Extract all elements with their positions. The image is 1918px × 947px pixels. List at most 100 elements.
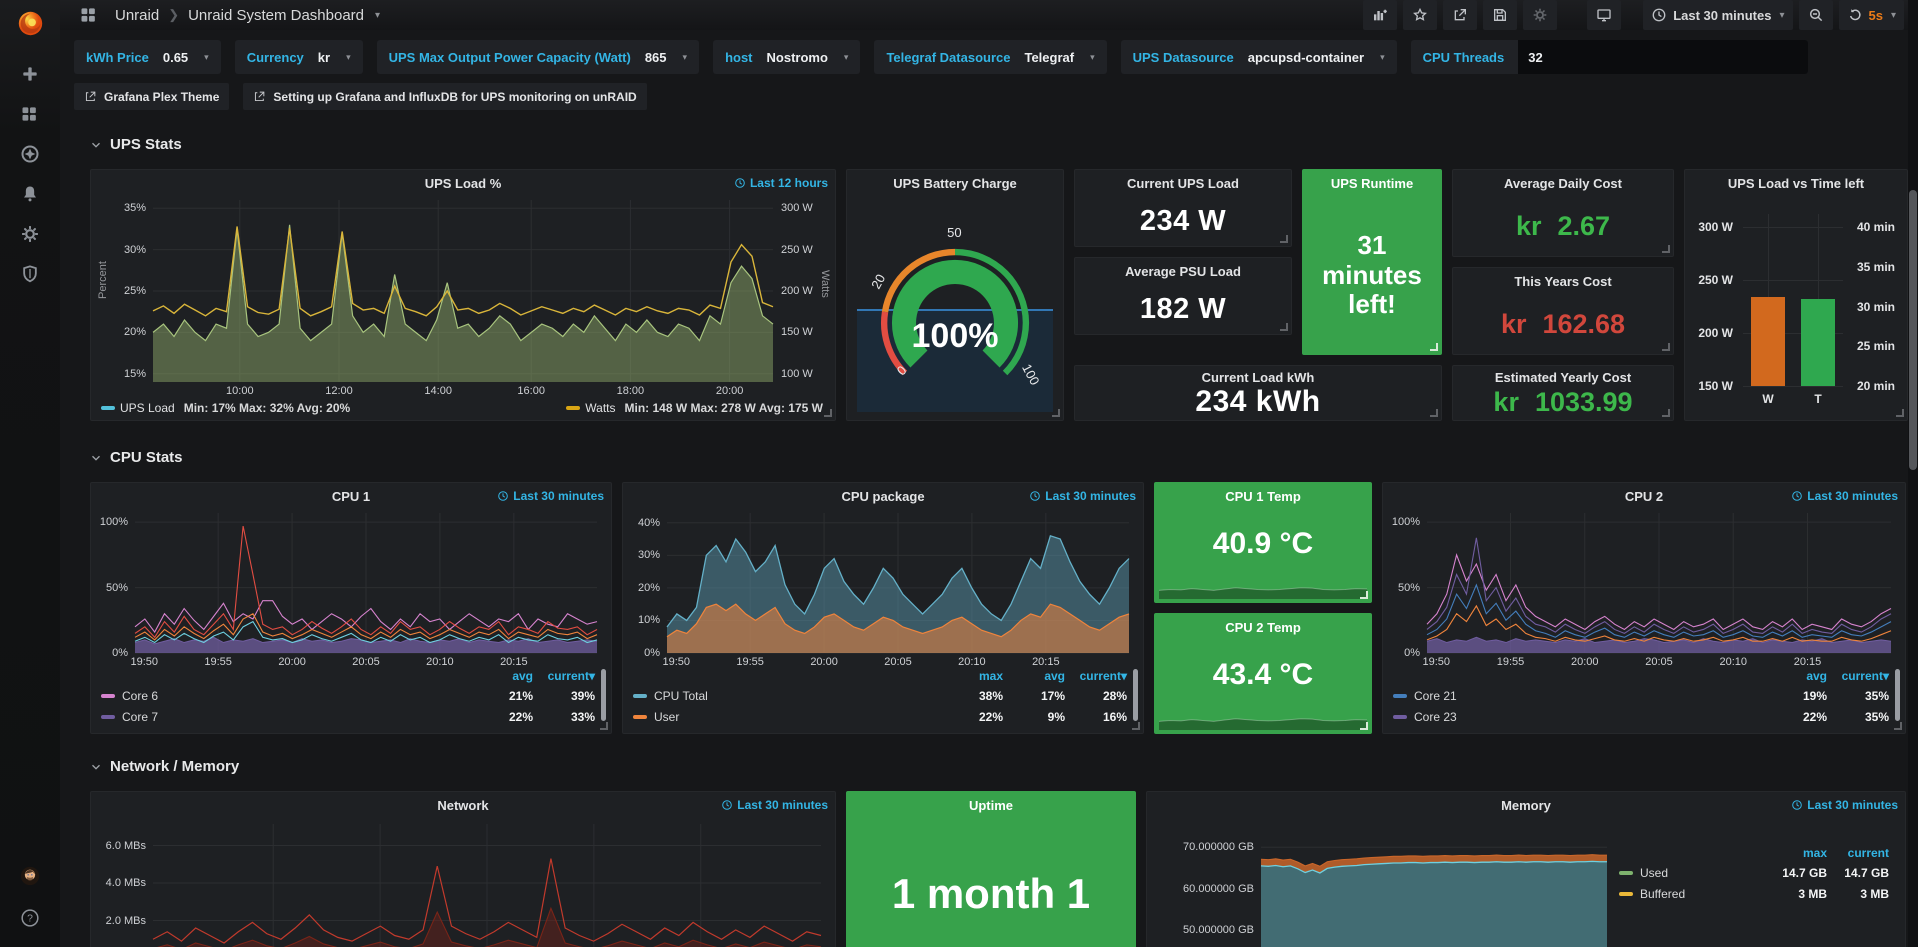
- variable-ups-max-output[interactable]: UPS Max Output Power Capacity (Watt) 865…: [377, 40, 699, 74]
- dashboard-settings-button[interactable]: [1523, 0, 1557, 30]
- add-panel-button[interactable]: [1363, 0, 1397, 30]
- explore-icon[interactable]: [13, 141, 47, 167]
- time-range-badge[interactable]: Last 30 minutes: [1029, 489, 1136, 503]
- time-range-badge[interactable]: Last 30 minutes: [497, 489, 604, 503]
- legend-sort-header[interactable]: avg: [471, 669, 533, 683]
- legend-sort-header[interactable]: current▾: [1065, 669, 1127, 683]
- variable-kwh-price[interactable]: kWh Price 0.65▾: [74, 40, 221, 74]
- panel-cpu2-temp: CPU 2 Temp 43.4 °C: [1154, 613, 1372, 734]
- legend-series-toggle[interactable]: Used: [1640, 866, 1765, 880]
- y-axis-tick: 20%: [124, 326, 146, 338]
- time-range-badge[interactable]: Last 30 minutes: [1791, 489, 1898, 503]
- breadcrumb-dashboard-title[interactable]: Unraid System Dashboard: [188, 7, 364, 24]
- x-axis-tick: 16:00: [517, 385, 545, 397]
- section-network-memory[interactable]: Network / Memory: [90, 758, 1888, 775]
- panel-title[interactable]: Current Load kWh: [1202, 370, 1315, 385]
- panel-title[interactable]: Average Daily Cost: [1504, 176, 1622, 191]
- legend-series-toggle[interactable]: Core 21: [1414, 689, 1765, 703]
- legend-sort-header[interactable]: max: [1765, 846, 1827, 860]
- y-axis-tick: 200 W: [781, 285, 813, 297]
- panel-title[interactable]: UPS Runtime: [1331, 176, 1413, 191]
- legend-sort-header[interactable]: current▾: [1827, 669, 1889, 683]
- user-avatar[interactable]: [13, 863, 47, 889]
- panel-title[interactable]: Network: [437, 798, 488, 813]
- star-dashboard-button[interactable]: [1403, 0, 1437, 30]
- link-ups-monitoring-guide[interactable]: Setting up Grafana and InfluxDB for UPS …: [243, 83, 646, 110]
- legend-sort-header[interactable]: max: [941, 669, 1003, 683]
- dashboard-grid-icon[interactable]: [72, 2, 106, 28]
- variable-currency[interactable]: Currency kr▾: [235, 40, 363, 74]
- panel-title[interactable]: Average PSU Load: [1125, 264, 1241, 279]
- dashboard-links-row: Grafana Plex Theme Setting up Grafana an…: [74, 83, 1904, 110]
- variable-host[interactable]: host Nostromo▾: [713, 40, 860, 74]
- variable-label: UPS Datasource: [1133, 50, 1234, 65]
- page-scrollbar[interactable]: [1908, 0, 1918, 947]
- save-dashboard-button[interactable]: [1483, 0, 1517, 30]
- time-range-text: Last 30 minutes: [1807, 489, 1898, 503]
- legend-sort-header[interactable]: avg: [1003, 669, 1065, 683]
- section-cpu-stats[interactable]: CPU Stats: [90, 449, 1888, 466]
- refresh-interval-label: 5s: [1869, 8, 1883, 23]
- panel-title[interactable]: UPS Battery Charge: [893, 176, 1017, 191]
- alerting-bell-icon[interactable]: [13, 181, 47, 207]
- panel-title[interactable]: Current UPS Load: [1127, 176, 1239, 191]
- time-range-badge[interactable]: Last 30 minutes: [1791, 798, 1898, 812]
- panel-title[interactable]: CPU 1: [332, 489, 370, 504]
- legend-sort-header[interactable]: current: [1827, 846, 1889, 860]
- time-range-badge[interactable]: Last 30 minutes: [721, 798, 828, 812]
- legend-row: Used14.7 GB14.7 GB: [1619, 862, 1889, 883]
- legend-series-toggle[interactable]: Core 6: [122, 689, 471, 703]
- create-icon[interactable]: [13, 61, 47, 87]
- scrollbar-thumb[interactable]: [1909, 190, 1917, 470]
- breadcrumb-folder[interactable]: Unraid: [115, 7, 159, 24]
- variable-telegraf-datasource[interactable]: Telegraf Datasource Telegraf▾: [874, 40, 1106, 74]
- legend-series-toggle[interactable]: CPU Total: [654, 689, 941, 703]
- legend-series-toggle[interactable]: Core 7: [122, 710, 471, 724]
- panel-title[interactable]: This Years Cost: [1514, 274, 1611, 289]
- y-axis-tick: 150 W: [781, 326, 813, 338]
- legend-series-toggle[interactable]: Buffered: [1640, 887, 1765, 901]
- link-grafana-plex-theme[interactable]: Grafana Plex Theme: [74, 83, 229, 110]
- time-range-badge[interactable]: Last 12 hours: [734, 176, 828, 190]
- panel-current-load-kwh: Current Load kWh 234 kWh: [1074, 365, 1442, 421]
- cpu-threads-input[interactable]: 32: [1518, 40, 1808, 74]
- panel-title[interactable]: CPU 1 Temp: [1225, 489, 1301, 504]
- legend-sort-header[interactable]: avg: [1765, 669, 1827, 683]
- legend-series-toggle[interactable]: Core 23: [1414, 710, 1765, 724]
- refresh-button[interactable]: 5s ▾: [1839, 0, 1905, 30]
- time-range-picker[interactable]: Last 30 minutes ▾: [1643, 0, 1792, 30]
- y-axis-tick: 300 W: [1698, 220, 1733, 234]
- legend-scrollbar[interactable]: [1895, 669, 1900, 721]
- legend-row: Core 722%33%: [101, 706, 595, 727]
- cycle-view-mode-button[interactable]: [1587, 0, 1621, 30]
- legend-sort-header[interactable]: current▾: [533, 669, 595, 683]
- panel-title[interactable]: Uptime: [969, 798, 1013, 813]
- panel-title[interactable]: Memory: [1501, 798, 1551, 813]
- panel-title[interactable]: UPS Load %: [425, 176, 502, 191]
- legend-series-toggle[interactable]: Watts: [585, 401, 615, 415]
- panel-title[interactable]: CPU 2 Temp: [1225, 620, 1301, 635]
- y-axis-tick: 250 W: [781, 244, 813, 256]
- legend-series-toggle[interactable]: UPS Load: [120, 401, 175, 415]
- help-icon[interactable]: [13, 905, 47, 931]
- x-axis-tick: 20:00: [716, 385, 744, 397]
- section-ups-stats[interactable]: UPS Stats: [90, 136, 1888, 153]
- dashboard-switch-caret-icon[interactable]: ▾: [375, 10, 380, 21]
- panel-title[interactable]: UPS Load vs Time left: [1728, 176, 1864, 191]
- panel-title[interactable]: Estimated Yearly Cost: [1495, 370, 1631, 385]
- panel-current-ups-load: Current UPS Load 234 W: [1074, 169, 1292, 247]
- legend-scrollbar[interactable]: [601, 669, 606, 721]
- variable-ups-datasource[interactable]: UPS Datasource apcupsd-container▾: [1121, 40, 1397, 74]
- share-dashboard-button[interactable]: [1443, 0, 1477, 30]
- legend-scrollbar[interactable]: [1133, 669, 1138, 721]
- cpu-package-legend: maxavgcurrent▾CPU Total38%17%28%User22%9…: [633, 666, 1127, 727]
- grafana-logo[interactable]: [0, 0, 60, 47]
- panel-title[interactable]: CPU package: [841, 489, 924, 504]
- configuration-gear-icon[interactable]: [13, 221, 47, 247]
- server-admin-shield-icon[interactable]: [13, 261, 47, 287]
- panel-title[interactable]: CPU 2: [1625, 489, 1663, 504]
- legend-series-toggle[interactable]: User: [654, 710, 941, 724]
- link-label: Grafana Plex Theme: [104, 90, 219, 104]
- dashboards-icon[interactable]: [13, 101, 47, 127]
- zoom-out-time-button[interactable]: [1799, 0, 1833, 30]
